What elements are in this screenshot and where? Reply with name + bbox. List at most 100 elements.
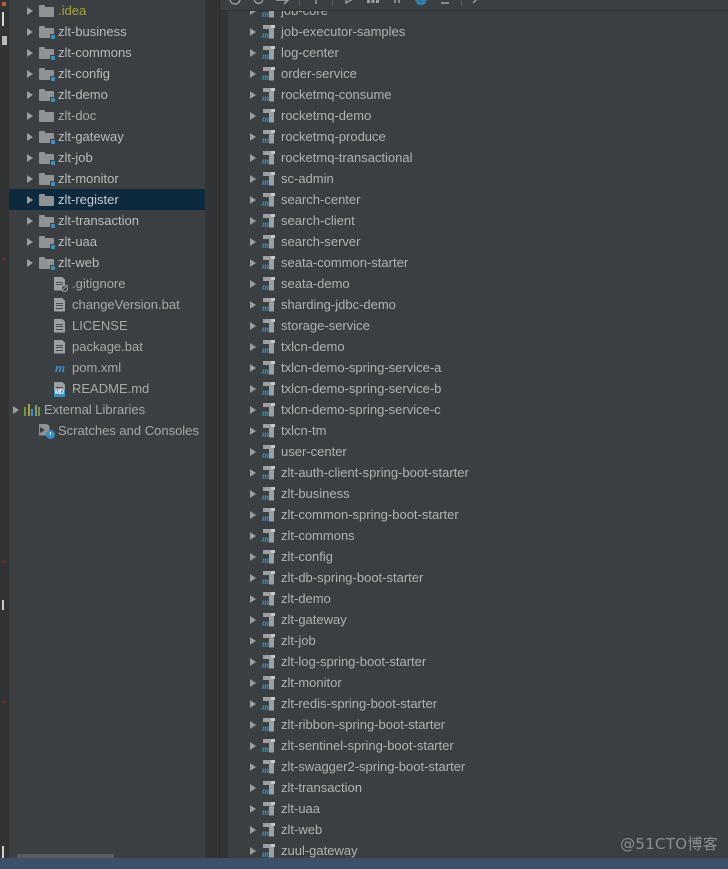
error-marker[interactable]	[2, 2, 6, 6]
tree-row[interactable]: zlt-transaction	[9, 210, 205, 231]
maven-project-row[interactable]: m rocketmq-produce	[220, 126, 728, 147]
expand-arrow-icon[interactable]	[246, 21, 260, 42]
expand-arrow-icon[interactable]	[23, 105, 37, 126]
reimport-icon[interactable]	[224, 0, 246, 10]
tree-row[interactable]: zlt-config	[9, 63, 205, 84]
expand-arrow-icon[interactable]	[23, 252, 37, 273]
maven-project-row[interactable]: m search-client	[220, 210, 728, 231]
add-icon[interactable]	[305, 0, 327, 10]
maven-project-row[interactable]: m rocketmq-demo	[220, 105, 728, 126]
expand-arrow-icon[interactable]	[246, 357, 260, 378]
expand-arrow-icon[interactable]	[23, 231, 37, 252]
maven-project-row[interactable]: m zlt-config	[220, 546, 728, 567]
maven-project-row[interactable]: m seata-common-starter	[220, 252, 728, 273]
maven-project-row[interactable]: m zlt-transaction	[220, 777, 728, 798]
maven-project-row[interactable]: m zlt-common-spring-boot-starter	[220, 504, 728, 525]
expand-arrow-icon[interactable]	[246, 126, 260, 147]
maven-project-row[interactable]: m zlt-demo	[220, 588, 728, 609]
run-icon[interactable]	[338, 0, 360, 10]
expand-arrow-icon[interactable]	[246, 399, 260, 420]
change-marker[interactable]	[2, 600, 4, 610]
expand-arrow-icon[interactable]	[23, 168, 37, 189]
expand-arrow-icon[interactable]	[246, 630, 260, 651]
tree-row[interactable]: m pom.xml	[9, 357, 205, 378]
maven-project-row[interactable]: m zlt-sentinel-spring-boot-starter	[220, 735, 728, 756]
expand-arrow-icon[interactable]	[246, 336, 260, 357]
expand-arrow-icon[interactable]	[246, 11, 260, 21]
tree-row[interactable]: zlt-monitor	[9, 168, 205, 189]
show-dependencies-icon[interactable]	[362, 0, 384, 10]
expand-arrow-icon[interactable]	[246, 63, 260, 84]
maven-project-row[interactable]: m zlt-swagger2-spring-boot-starter	[220, 756, 728, 777]
expand-arrow-icon[interactable]	[246, 525, 260, 546]
tree-row[interactable]: .gitignore	[9, 273, 205, 294]
tree-row[interactable]: zlt-web	[9, 252, 205, 273]
editor-marker-gutter[interactable]	[0, 0, 9, 869]
maven-toolbar[interactable]	[220, 0, 728, 11]
project-tree[interactable]: .idea zlt-business zlt-commons zlt-config zl…	[9, 0, 205, 840]
change-marker[interactable]	[2, 36, 7, 45]
expand-arrow-icon[interactable]	[23, 126, 37, 147]
maven-project-row[interactable]: m txlcn-demo-spring-service-b	[220, 378, 728, 399]
warning-marker[interactable]	[2, 700, 6, 703]
expand-arrow-icon[interactable]	[23, 0, 37, 21]
expand-arrow-icon[interactable]	[23, 210, 37, 231]
tree-row[interactable]: MD README.md	[9, 378, 205, 399]
maven-project-row[interactable]: m sharding-jdbc-demo	[220, 294, 728, 315]
maven-project-row[interactable]: m zlt-ribbon-spring-boot-starter	[220, 714, 728, 735]
expand-arrow-icon[interactable]	[23, 42, 37, 63]
expand-arrow-icon[interactable]	[23, 21, 37, 42]
tree-row[interactable]: zlt-gateway	[9, 126, 205, 147]
expand-arrow-icon[interactable]	[246, 714, 260, 735]
maven-project-row[interactable]: m user-center	[220, 441, 728, 462]
tree-row[interactable]: zlt-doc	[9, 105, 205, 126]
expand-arrow-icon[interactable]	[246, 546, 260, 567]
maven-project-row[interactable]: m seata-demo	[220, 273, 728, 294]
maven-project-row[interactable]: m zlt-uaa	[220, 798, 728, 819]
expand-arrow-icon[interactable]	[246, 294, 260, 315]
tree-row[interactable]: changeVersion.bat	[9, 294, 205, 315]
expand-arrow-icon[interactable]	[246, 798, 260, 819]
maven-project-row[interactable]: m sc-admin	[220, 168, 728, 189]
maven-project-row[interactable]: m storage-service	[220, 315, 728, 336]
expand-arrow-icon[interactable]	[246, 441, 260, 462]
expand-arrow-icon[interactable]	[246, 147, 260, 168]
maven-project-row[interactable]: m job-executor-samples	[220, 21, 728, 42]
maven-project-row[interactable]: m zlt-job	[220, 630, 728, 651]
tree-row[interactable]: zlt-business	[9, 21, 205, 42]
tree-row[interactable]: zlt-uaa	[9, 231, 205, 252]
maven-project-row[interactable]: m zlt-commons	[220, 525, 728, 546]
expand-arrow-icon[interactable]	[246, 84, 260, 105]
maven-project-list[interactable]: mjob-coremjob-executor-samplesmlog-cente…	[220, 11, 728, 858]
settings-icon[interactable]	[467, 0, 489, 10]
panel-divider[interactable]	[205, 0, 220, 869]
expand-arrow-icon[interactable]	[246, 735, 260, 756]
tree-row[interactable]: zlt-commons	[9, 42, 205, 63]
maven-project-row[interactable]: m zlt-redis-spring-boot-starter	[220, 693, 728, 714]
maven-project-row[interactable]: m rocketmq-transactional	[220, 147, 728, 168]
expand-arrow-icon[interactable]	[246, 231, 260, 252]
expand-arrow-icon[interactable]	[246, 273, 260, 294]
expand-arrow-icon[interactable]	[246, 315, 260, 336]
maven-project-row[interactable]: m zlt-monitor	[220, 672, 728, 693]
expand-arrow-icon[interactable]	[246, 651, 260, 672]
maven-project-row[interactable]: m search-server	[220, 231, 728, 252]
expand-arrow-icon[interactable]	[246, 777, 260, 798]
expand-arrow-icon[interactable]	[246, 693, 260, 714]
maven-project-row[interactable]: m zlt-business	[220, 483, 728, 504]
download-sources-icon[interactable]	[272, 0, 294, 10]
maven-project-row[interactable]: m order-service	[220, 63, 728, 84]
expand-arrow-icon[interactable]	[246, 378, 260, 399]
maven-project-row[interactable]: mjob-core	[220, 11, 728, 21]
expand-arrow-icon[interactable]	[246, 105, 260, 126]
maven-project-row[interactable]: m zlt-gateway	[220, 609, 728, 630]
expand-arrow-icon[interactable]	[246, 819, 260, 840]
tree-row[interactable]: package.bat	[9, 336, 205, 357]
expand-arrow-icon[interactable]	[9, 399, 23, 420]
change-marker[interactable]	[2, 846, 4, 858]
tree-row[interactable]: zlt-job	[9, 147, 205, 168]
expand-arrow-icon[interactable]	[246, 756, 260, 777]
warning-marker[interactable]	[2, 258, 6, 261]
expand-arrow-icon[interactable]	[246, 210, 260, 231]
maven-project-row[interactable]: m txlcn-demo	[220, 336, 728, 357]
